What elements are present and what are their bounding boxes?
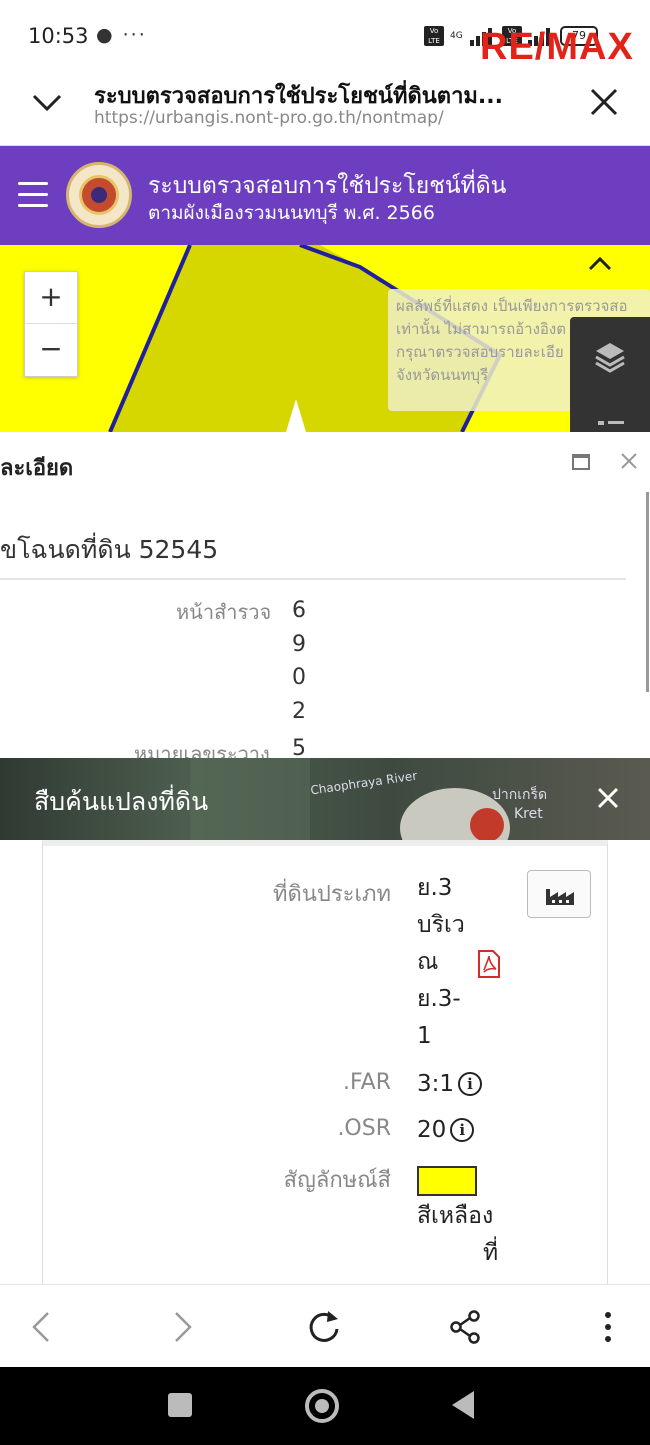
- app-header: ระบบตรวจสอบการใช้ประโยชน์ที่ดิน ตามผังเม…: [0, 146, 650, 245]
- map-label-kret: Kret: [514, 806, 543, 822]
- land-type-line: ย.3-: [417, 986, 461, 1012]
- info-icon[interactable]: i: [450, 1118, 475, 1142]
- zoom-out-button[interactable]: −: [25, 324, 77, 376]
- watermark-max: MAX: [546, 26, 634, 68]
- home-icon[interactable]: [305, 1389, 339, 1423]
- land-type-label: ที่ดินประเภท: [273, 882, 391, 907]
- close-icon[interactable]: [588, 86, 620, 118]
- scrollbar[interactable]: [646, 492, 649, 692]
- close-icon[interactable]: [620, 452, 638, 470]
- far-label: .FAR: [343, 1070, 391, 1095]
- notification-icons: ● ···: [96, 24, 147, 46]
- reload-icon[interactable]: [304, 1307, 344, 1347]
- browser-toolbar: [0, 1284, 650, 1367]
- survey-digit: 9: [292, 631, 306, 657]
- system-navigation-bar: [0, 1367, 650, 1445]
- system-back-icon[interactable]: [452, 1391, 474, 1419]
- forward-icon[interactable]: [162, 1307, 202, 1347]
- deed-number: ขโฉนดที่ดิน 52545: [0, 535, 219, 564]
- map-label-river: Chaophraya River: [309, 768, 419, 798]
- divider: [0, 578, 626, 580]
- status-time: 10:53: [28, 24, 89, 48]
- recent-apps-icon[interactable]: [168, 1393, 192, 1417]
- detail-title: ละเอียด: [0, 456, 74, 481]
- survey-page-label: หน้าสำรวจ: [176, 600, 272, 624]
- search-panel-header: Chaophraya River ปากเกร็ด Kret สืบค้นแปล…: [0, 758, 650, 840]
- remax-watermark: RE/MAX: [480, 26, 634, 69]
- status-bar: 10:53 ● ··· Vo LTE 4G Vo LTE 79 RE/MAX: [0, 0, 650, 70]
- more-options-icon[interactable]: [588, 1307, 628, 1347]
- app-subtitle: ตามผังเมืองรวมนนทบุรี พ.ศ. 2566: [148, 202, 435, 224]
- survey-digit: 6: [292, 598, 306, 623]
- province-seal-logo: [66, 162, 132, 228]
- map-sheet-label: หมายเลขระวาง: [134, 742, 270, 758]
- survey-digit: 2: [292, 698, 306, 724]
- osr-row: 20 i: [417, 1112, 475, 1149]
- zoom-control: + −: [24, 271, 78, 377]
- menu-icon[interactable]: [18, 182, 48, 208]
- far-row: 3:1 i: [417, 1066, 483, 1103]
- share-icon[interactable]: [446, 1307, 486, 1347]
- pdf-icon[interactable]: [477, 950, 501, 978]
- land-type-line: 1: [417, 1023, 432, 1049]
- color-swatch: [417, 1166, 477, 1196]
- osr-value: 20: [417, 1117, 447, 1143]
- land-info-card: ที่ดินประเภท ย.3 บริเว ณ ย.3- 1 .FAR 3:1…: [42, 840, 608, 1284]
- color-value-line: สีเหลือง: [417, 1203, 494, 1229]
- color-value: สีเหลือง ที่: [417, 1198, 498, 1272]
- land-info-area: ที่ดินประเภท ย.3 บริเว ณ ย.3- 1 .FAR 3:1…: [0, 840, 650, 1284]
- land-type-value: ย.3 บริเว ณ ย.3- 1: [417, 870, 465, 1055]
- chevron-up-icon[interactable]: [586, 253, 614, 275]
- back-icon[interactable]: [22, 1307, 62, 1347]
- search-panel-title: สืบค้นแปลงที่ดิน: [34, 787, 209, 816]
- color-value-line: ที่: [483, 1240, 499, 1266]
- far-value: 3:1: [417, 1071, 455, 1097]
- map-label-place: ปากเกร็ด: [492, 787, 548, 803]
- disclaimer-line: ผลลัพธ์ที่แสดง เป็นเพียงการตรวจสอ: [396, 297, 628, 315]
- watermark-re: RE: [480, 26, 535, 68]
- maximize-icon[interactable]: [572, 454, 590, 470]
- factory-icon: [546, 889, 574, 905]
- layers-icon: [595, 343, 625, 425]
- close-icon[interactable]: [596, 786, 620, 810]
- zoom-in-button[interactable]: +: [25, 272, 77, 324]
- page-url: https://urbangis.nont-pro.go.th/nontmap/: [94, 108, 444, 128]
- watermark-slash: /: [534, 26, 547, 68]
- color-symbol-label: สัญลักษณ์สี: [283, 1168, 391, 1193]
- survey-digit: 0: [292, 665, 306, 690]
- map-sheet-value: 5: [292, 736, 306, 758]
- volte-icon: Vo LTE: [424, 26, 444, 46]
- survey-page-value: 6 9 0 2: [292, 594, 306, 728]
- browser-tab-header: ระบบตรวจสอบการใช้ประโยชน์ที่ดินตาม... ht…: [0, 70, 650, 146]
- osr-label: .OSR: [337, 1116, 391, 1141]
- network-type: 4G: [450, 30, 463, 41]
- land-type-line: บริเว: [417, 912, 465, 938]
- land-type-line: ย.3: [417, 875, 453, 901]
- detail-panel: ละเอียด ขโฉนดที่ดิน 52545 หน้าสำรวจ 6 9 …: [0, 432, 650, 758]
- chevron-down-icon[interactable]: [30, 86, 64, 120]
- land-type-line: ณ: [417, 949, 439, 975]
- info-icon[interactable]: i: [458, 1072, 483, 1096]
- layers-button[interactable]: [570, 317, 650, 432]
- factory-button[interactable]: [527, 870, 591, 918]
- map-view[interactable]: + − ผลลัพธ์ที่แสดง เป็นเพียงการตรวจสอ เท…: [0, 245, 650, 432]
